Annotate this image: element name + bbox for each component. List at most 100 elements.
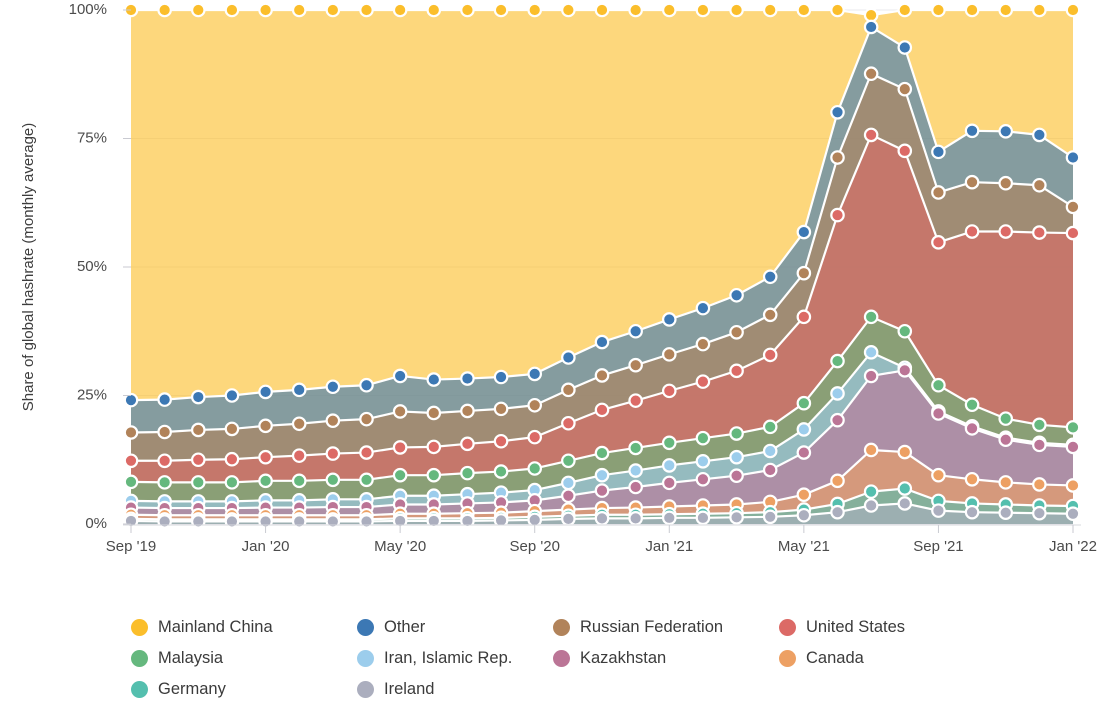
data-point-marker[interactable] [931, 235, 946, 250]
data-point-marker[interactable] [695, 471, 711, 487]
data-point-marker[interactable] [796, 507, 812, 523]
data-point-marker[interactable] [729, 287, 744, 303]
data-point-marker[interactable] [796, 2, 812, 18]
data-point-marker[interactable] [897, 363, 913, 378]
data-point-marker[interactable] [661, 435, 677, 451]
data-point-marker[interactable] [729, 324, 744, 340]
legend-item[interactable]: Mainland China [131, 618, 357, 637]
data-point-marker[interactable] [830, 412, 845, 428]
data-point-marker[interactable] [897, 496, 913, 511]
data-point-marker[interactable] [561, 415, 576, 431]
data-point-marker[interactable] [291, 448, 307, 463]
data-point-marker[interactable] [527, 461, 543, 476]
data-point-marker[interactable] [863, 345, 879, 360]
data-point-marker[interactable] [796, 309, 812, 325]
data-point-marker[interactable] [594, 402, 610, 418]
data-point-marker[interactable] [661, 347, 677, 362]
data-point-marker[interactable] [998, 432, 1014, 448]
data-point-marker[interactable] [628, 511, 643, 526]
data-point-marker[interactable] [561, 2, 576, 18]
data-point-marker[interactable] [863, 19, 879, 35]
data-point-marker[interactable] [594, 368, 610, 383]
data-point-marker[interactable] [157, 453, 172, 469]
data-point-marker[interactable] [325, 2, 341, 18]
data-point-marker[interactable] [863, 442, 879, 458]
data-point-marker[interactable] [931, 2, 946, 18]
data-point-marker[interactable] [561, 488, 576, 504]
data-point-marker[interactable] [628, 463, 643, 478]
data-point-marker[interactable] [695, 300, 711, 316]
data-point-marker[interactable] [1065, 420, 1081, 435]
data-point-marker[interactable] [190, 452, 206, 468]
data-point-marker[interactable] [157, 424, 172, 440]
data-point-marker[interactable] [561, 382, 576, 398]
data-point-marker[interactable] [359, 411, 374, 427]
data-point-marker[interactable] [426, 467, 442, 483]
data-point-marker[interactable] [493, 464, 509, 479]
data-point-marker[interactable] [224, 2, 240, 18]
data-point-marker[interactable] [998, 175, 1014, 191]
data-point-marker[interactable] [325, 413, 341, 428]
legend-item[interactable]: Ireland [357, 680, 553, 699]
data-point-marker[interactable] [830, 150, 845, 165]
data-point-marker[interactable] [628, 440, 643, 456]
data-point-marker[interactable] [224, 421, 240, 437]
data-point-marker[interactable] [796, 445, 812, 460]
data-point-marker[interactable] [258, 473, 273, 489]
data-point-marker[interactable] [527, 397, 543, 413]
data-point-marker[interactable] [695, 336, 711, 352]
data-point-marker[interactable] [392, 368, 408, 384]
data-point-marker[interactable] [291, 382, 307, 398]
data-point-marker[interactable] [359, 445, 374, 460]
data-point-marker[interactable] [863, 309, 879, 325]
data-point-marker[interactable] [224, 388, 240, 403]
data-point-marker[interactable] [325, 514, 341, 529]
data-point-marker[interactable] [224, 514, 240, 529]
data-point-marker[interactable] [998, 224, 1014, 239]
data-point-marker[interactable] [460, 436, 475, 452]
data-point-marker[interactable] [661, 2, 677, 18]
data-point-marker[interactable] [628, 357, 643, 373]
data-point-marker[interactable] [291, 2, 307, 18]
data-point-marker[interactable] [325, 379, 341, 395]
data-point-marker[interactable] [830, 504, 845, 520]
data-point-marker[interactable] [931, 503, 946, 518]
data-point-marker[interactable] [863, 368, 879, 384]
data-point-marker[interactable] [561, 511, 576, 527]
data-point-marker[interactable] [460, 403, 475, 419]
data-point-marker[interactable] [729, 449, 744, 465]
data-point-marker[interactable] [594, 334, 610, 350]
data-point-marker[interactable] [931, 144, 946, 160]
data-point-marker[interactable] [157, 2, 172, 18]
data-point-marker[interactable] [762, 269, 778, 285]
data-point-marker[interactable] [460, 371, 475, 386]
data-point-marker[interactable] [796, 265, 812, 281]
data-point-marker[interactable] [359, 472, 374, 488]
legend-item[interactable]: Germany [131, 680, 357, 699]
data-point-marker[interactable] [190, 514, 206, 529]
data-point-marker[interactable] [964, 224, 980, 239]
data-point-marker[interactable] [561, 475, 576, 491]
data-point-marker[interactable] [157, 475, 172, 490]
data-point-marker[interactable] [998, 475, 1014, 490]
data-point-marker[interactable] [897, 323, 913, 339]
data-point-marker[interactable] [661, 510, 677, 526]
data-point-marker[interactable] [964, 123, 980, 139]
data-point-marker[interactable] [527, 2, 543, 18]
data-point-marker[interactable] [998, 505, 1014, 520]
data-point-marker[interactable] [998, 124, 1014, 139]
data-point-marker[interactable] [258, 449, 273, 465]
data-point-marker[interactable] [123, 453, 139, 469]
legend-item[interactable]: Other [357, 618, 553, 637]
data-point-marker[interactable] [830, 473, 845, 489]
data-point-marker[interactable] [964, 421, 980, 436]
data-point-marker[interactable] [594, 2, 610, 18]
data-point-marker[interactable] [661, 383, 677, 399]
data-point-marker[interactable] [830, 2, 845, 18]
data-point-marker[interactable] [695, 453, 711, 469]
data-point-marker[interactable] [796, 224, 812, 240]
legend-item[interactable]: United States [779, 618, 999, 637]
data-point-marker[interactable] [897, 143, 913, 159]
data-point-marker[interactable] [628, 323, 643, 339]
data-point-marker[interactable] [695, 510, 711, 526]
